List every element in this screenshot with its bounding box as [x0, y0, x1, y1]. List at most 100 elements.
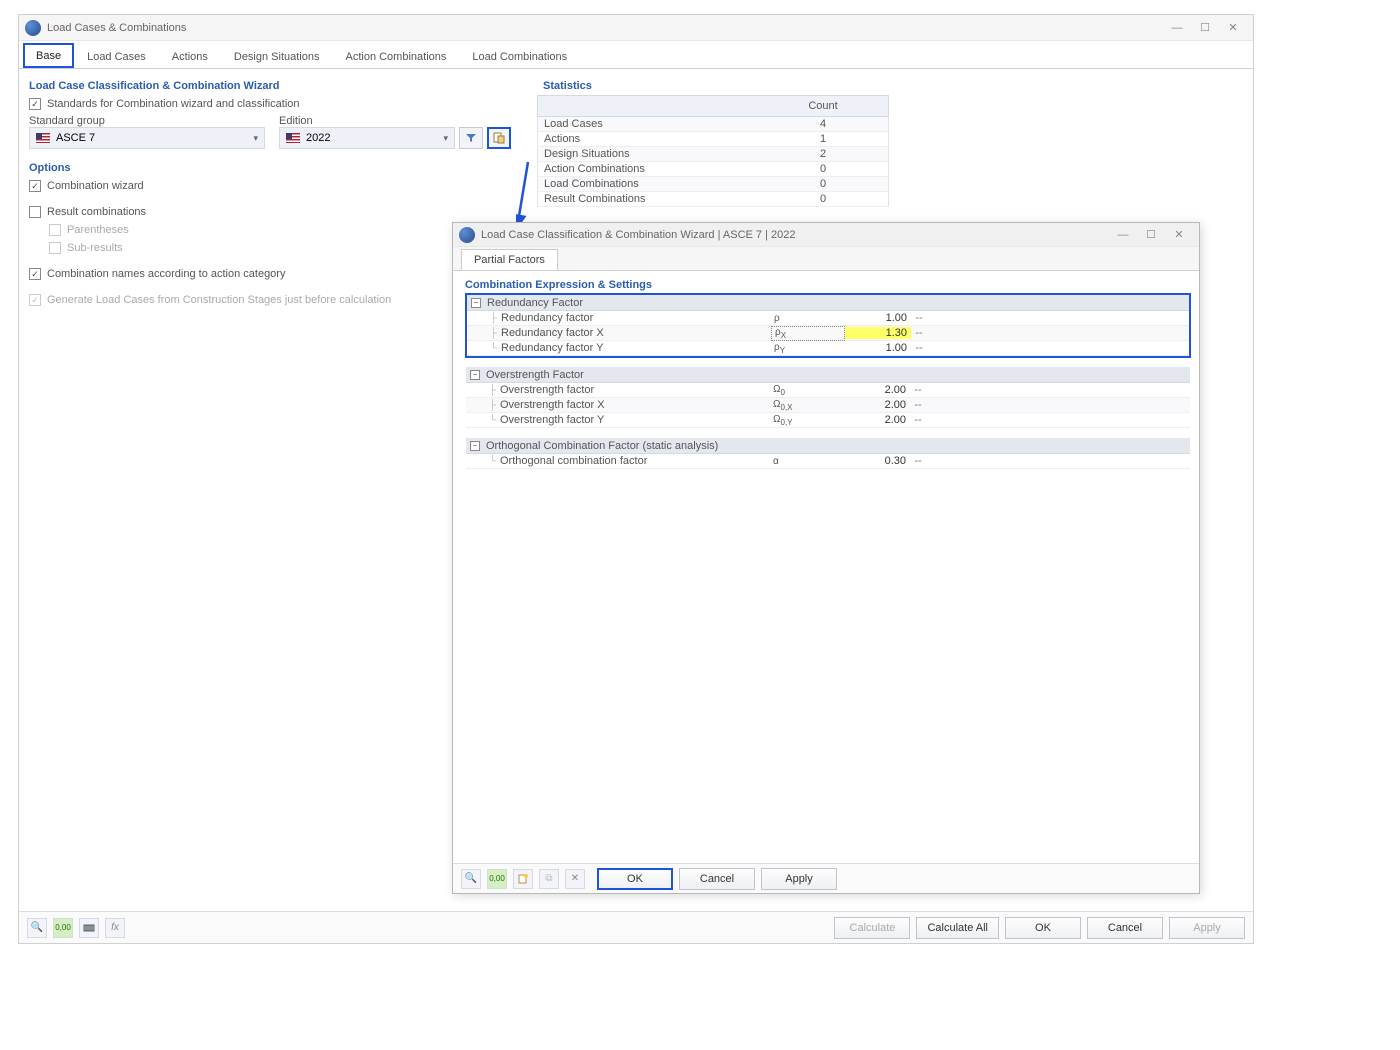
checkbox-names[interactable] [29, 268, 41, 280]
dialog-apply-button[interactable]: Apply [761, 868, 837, 890]
tab-load-cases[interactable]: Load Cases [74, 44, 159, 68]
section-statistics: Statistics [537, 77, 889, 95]
chevron-down-icon: ▾ [253, 133, 258, 144]
parameter-symbol: Ω0 [770, 384, 844, 397]
section-classification: Load Case Classification & Combination W… [29, 77, 527, 95]
wizard-settings-button[interactable] [487, 127, 511, 149]
minimize-icon[interactable]: — [1163, 18, 1191, 38]
close-icon[interactable]: ✕ [1165, 225, 1193, 245]
minimize-icon[interactable]: — [1109, 225, 1137, 245]
parameter-row[interactable]: ├ Redundancy factor ρ 1.00 -- [467, 311, 1189, 326]
checkbox-standards[interactable] [29, 98, 41, 110]
search-icon[interactable]: 🔍 [461, 869, 481, 889]
label-edition: Edition [279, 115, 511, 127]
tab-design-situations[interactable]: Design Situations [221, 44, 333, 68]
close-icon[interactable]: ✕ [1219, 18, 1247, 38]
parameter-symbol: Ω0,Y [770, 414, 844, 427]
stats-name: Actions [538, 133, 758, 145]
new-icon[interactable] [513, 869, 533, 889]
group-title[interactable]: −Overstrength Factor [466, 367, 1190, 383]
parameter-value[interactable]: 2.00 [844, 399, 910, 411]
parameter-row[interactable]: ├ Redundancy factor X ρX 1.30 -- [467, 326, 1189, 341]
parameter-row[interactable]: └ Overstrength factor Y Ω0,Y 2.00 -- [466, 413, 1190, 428]
delete-icon[interactable]: ✕ [565, 869, 585, 889]
parameter-value[interactable]: 1.30 [845, 327, 911, 339]
search-icon[interactable]: 🔍 [27, 918, 47, 938]
tab-partial-factors[interactable]: Partial Factors [461, 249, 558, 270]
parameter-symbol: α [770, 456, 844, 467]
ok-button[interactable]: OK [1005, 917, 1081, 939]
edition-value: 2022 [306, 132, 330, 144]
parameter-value[interactable]: 1.00 [845, 342, 911, 354]
parameter-row[interactable]: ├ Overstrength factor Ω0 2.00 -- [466, 383, 1190, 398]
cancel-button[interactable]: Cancel [1087, 917, 1163, 939]
tree-branch-icon: └ [466, 415, 500, 426]
stats-row: Load Combinations0 [537, 177, 889, 192]
checkbox-wizard[interactable] [29, 180, 41, 192]
filter-button[interactable] [459, 127, 483, 149]
parameter-row[interactable]: ├ Overstrength factor X Ω0,X 2.00 -- [466, 398, 1190, 413]
section-options: Options [29, 159, 527, 177]
parameter-value[interactable]: 2.00 [844, 384, 910, 396]
label-standard-group: Standard group [29, 115, 265, 127]
group-title[interactable]: −Redundancy Factor [467, 295, 1189, 311]
copy-icon[interactable]: ⧉ [539, 869, 559, 889]
stats-name: Design Situations [538, 148, 758, 160]
calculate-button[interactable]: Calculate [834, 917, 910, 939]
collapse-icon[interactable]: − [470, 441, 480, 451]
units-icon[interactable] [79, 918, 99, 938]
decimals-icon[interactable]: 0,00 [53, 918, 73, 938]
stats-row: Action Combinations0 [537, 162, 889, 177]
parameter-value[interactable]: 2.00 [844, 414, 910, 426]
tab-actions[interactable]: Actions [159, 44, 221, 68]
dialog-tabs: Partial Factors [453, 247, 1199, 271]
label-standards: Standards for Combination wizard and cla… [47, 98, 300, 110]
parameter-unit: -- [910, 455, 926, 467]
tab-action-combinations[interactable]: Action Combinations [332, 44, 459, 68]
apply-button[interactable]: Apply [1169, 917, 1245, 939]
tree-branch-icon: └ [467, 343, 501, 354]
stats-row: Load Cases4 [537, 117, 889, 132]
main-titlebar: Load Cases & Combinations — ☐ ✕ [19, 15, 1253, 41]
parameter-row[interactable]: └ Redundancy factor Y ρY 1.00 -- [467, 341, 1189, 356]
group-title-text: Overstrength Factor [486, 369, 584, 381]
stats-name: Load Cases [538, 118, 758, 130]
main-tabs: Base Load Cases Actions Design Situation… [19, 41, 1253, 69]
label-subresults: Sub-results [67, 242, 123, 254]
dropdown-standard-group[interactable]: ASCE 7 ▾ [29, 127, 265, 149]
stats-body: Load Cases4Actions1Design Situations2Act… [537, 117, 889, 207]
stats-count: 0 [758, 178, 888, 190]
decimals-icon[interactable]: 0,00 [487, 869, 507, 889]
dropdown-edition[interactable]: 2022 ▾ [279, 127, 455, 149]
group-title[interactable]: −Orthogonal Combination Factor (static a… [466, 438, 1190, 454]
checkbox-result-combinations[interactable] [29, 206, 41, 218]
parameter-unit: -- [910, 384, 926, 396]
label-wizard: Combination wizard [47, 180, 144, 192]
tree-branch-icon: ├ [467, 328, 501, 339]
parameter-name: Redundancy factor [501, 312, 771, 324]
maximize-icon[interactable]: ☐ [1191, 18, 1219, 38]
parameter-value[interactable]: 0.30 [844, 455, 910, 467]
dialog-cancel-button[interactable]: Cancel [679, 868, 755, 890]
tree-branch-icon: ├ [466, 400, 500, 411]
parameter-row[interactable]: └ Orthogonal combination factor α 0.30 -… [466, 454, 1190, 469]
dialog-ok-button[interactable]: OK [597, 868, 673, 890]
tree-branch-icon: ├ [466, 385, 500, 396]
tab-base[interactable]: Base [23, 43, 74, 68]
app-icon [459, 227, 475, 243]
checkbox-parentheses [49, 224, 61, 236]
calculate-all-button[interactable]: Calculate All [916, 917, 999, 939]
collapse-icon[interactable]: − [470, 370, 480, 380]
stats-name: Load Combinations [538, 178, 758, 190]
tab-load-combinations[interactable]: Load Combinations [459, 44, 580, 68]
factor-group: −Redundancy Factor ├ Redundancy factor ρ… [465, 293, 1191, 358]
parameter-value[interactable]: 1.00 [845, 312, 911, 324]
stats-row: Actions1 [537, 132, 889, 147]
tree-branch-icon: └ [466, 456, 500, 467]
group-title-text: Orthogonal Combination Factor (static an… [486, 440, 718, 452]
formula-icon[interactable]: fx [105, 918, 125, 938]
factor-group: −Overstrength Factor ├ Overstrength fact… [465, 366, 1191, 429]
stats-name: Result Combinations [538, 193, 758, 205]
maximize-icon[interactable]: ☐ [1137, 225, 1165, 245]
collapse-icon[interactable]: − [471, 298, 481, 308]
